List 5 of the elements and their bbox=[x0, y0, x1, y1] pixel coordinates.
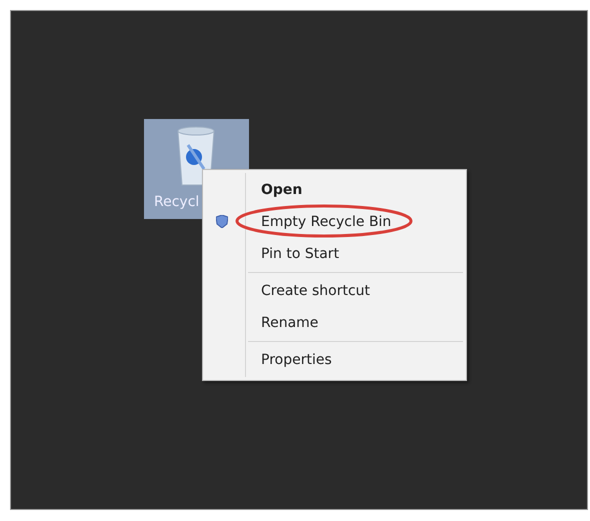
menu-item[interactable]: Rename bbox=[206, 307, 463, 339]
icon-label: Recycl bbox=[154, 193, 200, 212]
menu-item[interactable]: Properties bbox=[206, 344, 463, 376]
menu-item[interactable]: Create shortcut bbox=[206, 275, 463, 307]
menu-item[interactable]: Pin to Start bbox=[206, 238, 463, 270]
